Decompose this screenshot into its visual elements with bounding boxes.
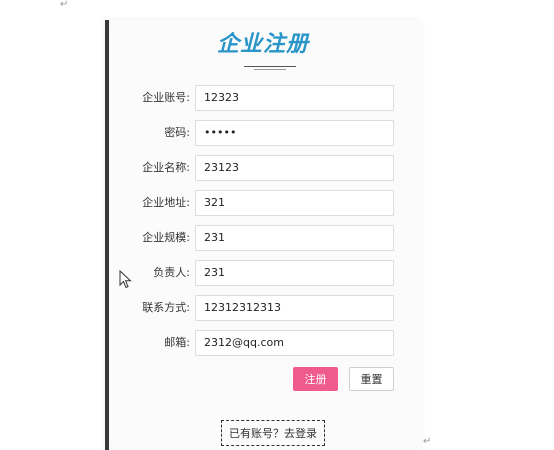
password-label: 密码: (164, 126, 190, 139)
company-account-input[interactable]: 12323 (195, 85, 394, 111)
reset-button[interactable]: 重置 (349, 367, 394, 391)
person-in-charge-input[interactable]: 231 (195, 260, 394, 286)
email-input[interactable]: 2312@qq.com (195, 330, 394, 356)
company-name-label: 企业名称: (142, 161, 190, 174)
row-person-in-charge: 负责人: 231 (109, 260, 421, 286)
paragraph-return-icon: ↵ (60, 0, 69, 10)
row-contact: 联系方式: 12312312313 (109, 295, 421, 321)
go-to-login-link[interactable]: 已有账号？去登录 (221, 420, 325, 446)
company-address-input[interactable]: 321 (195, 190, 394, 216)
register-button[interactable]: 注册 (293, 367, 338, 391)
company-scale-label: 企业规模: (142, 231, 190, 244)
row-company-name: 企业名称: 23123 (109, 155, 421, 181)
company-name-input[interactable]: 23123 (195, 155, 394, 181)
contact-input[interactable]: 12312312313 (195, 295, 394, 321)
company-address-label: 企业地址: (142, 196, 190, 209)
contact-label: 联系方式: (142, 301, 190, 314)
row-password: 密码: ••••• (109, 120, 421, 146)
paragraph-return-icon-bottom: ↵ (423, 436, 432, 447)
row-email: 邮箱: 2312@qq.com (109, 330, 421, 356)
page-title: 企业注册 (216, 32, 309, 57)
row-company-account: 企业账号: 12323 (109, 85, 421, 111)
company-account-label: 企业账号: (142, 91, 190, 104)
email-label: 邮箱: (164, 336, 190, 349)
title-underline (244, 66, 296, 67)
company-scale-input[interactable]: 231 (195, 225, 394, 251)
mouse-pointer-icon (119, 270, 132, 289)
password-input[interactable]: ••••• (195, 120, 394, 146)
row-company-address: 企业地址: 321 (109, 190, 421, 216)
person-in-charge-label: 负责人: (153, 266, 190, 279)
row-company-scale: 企业规模: 231 (109, 225, 421, 251)
title-underline-short (254, 69, 286, 70)
page: ↵ 企业注册 企业账号: 12323 密码: ••••• 企业名称: 23123… (0, 0, 554, 450)
